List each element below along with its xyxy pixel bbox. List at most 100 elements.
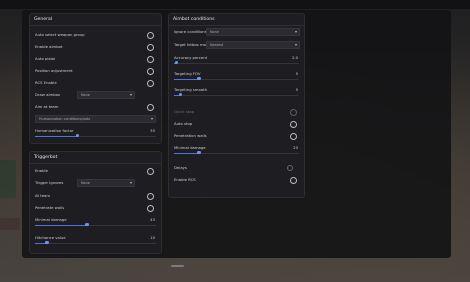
penetrate-walls-toggle[interactable] [147, 204, 154, 212]
setting-label: Hitchance value [35, 235, 66, 240]
setting-label: RCS Enable [35, 80, 57, 85]
setting-label: Ignore conditions [174, 29, 207, 34]
setting-label: Targeting smooth [174, 87, 208, 92]
targeting-smooth-slider[interactable] [174, 93, 299, 97]
minimal-damage-slider[interactable] [174, 151, 299, 155]
divider [30, 25, 161, 26]
slider-fill [174, 152, 199, 154]
setting-row-auto-pistol: Auto pistol [35, 55, 156, 64]
setting-label: Auto pistol [35, 56, 56, 61]
slider-value: 35 [150, 128, 155, 133]
dropdown-value: Humanization conditions/slots [39, 116, 91, 121]
slider-knob[interactable] [174, 61, 179, 65]
trigger-ignores-dropdown[interactable]: None [77, 179, 135, 187]
setting-label: Accuracy percent [174, 55, 208, 60]
auto-stop-toggle[interactable] [290, 120, 297, 128]
setting-label: Penetrate walls [35, 205, 65, 210]
setting-row-ignore-conditions: Ignore conditions None [174, 28, 300, 37]
top-bar [0, 0, 470, 9]
slider-knob[interactable] [75, 134, 80, 138]
at-team-toggle[interactable] [147, 192, 154, 200]
enable-rcs-toggle[interactable] [290, 176, 297, 184]
targeting-fov-slider[interactable] [174, 77, 299, 81]
setting-row-aim-at-team: Aim at team [35, 103, 156, 112]
aimbot-conditions-panel: Aimbot conditions Ignore conditions None T… [168, 13, 305, 198]
setting-label: Position adjustment [35, 68, 73, 73]
setting-label: Penetration walls [174, 133, 207, 138]
chevron-down-icon [130, 93, 132, 96]
setting-label: Trigger Ignores [35, 180, 64, 185]
accuracy-percent-slider[interactable] [174, 61, 299, 65]
panel-title: General [34, 17, 53, 22]
penetration-walls-toggle[interactable] [290, 132, 297, 140]
panel-title: Triggerbot [34, 155, 58, 160]
setting-row-penetrate-walls: Penetrate walls [35, 204, 156, 213]
slider-track [174, 62, 299, 64]
dropdown-value: None [81, 92, 90, 97]
slider-knob[interactable] [178, 93, 182, 97]
auto-pistol-toggle[interactable] [147, 55, 154, 63]
slider-knob[interactable] [45, 241, 49, 245]
slider-fill [35, 135, 78, 137]
dropdown-value: None [210, 29, 219, 34]
setting-row-auto-select-weapon-group: Auto select weapon group [35, 31, 156, 40]
setting-row-enable: Enable [35, 167, 156, 176]
slider-value: 5 [295, 87, 298, 92]
setting-label: Auto select weapon group [35, 32, 85, 37]
slider-knob[interactable] [85, 223, 89, 227]
auto-select-weapon-group-toggle[interactable] [147, 31, 154, 39]
drag-handle[interactable] [171, 265, 184, 267]
slider-knob[interactable] [197, 77, 201, 81]
setting-row-target-hitbox-mode: Target hitbox mode Nearest [174, 41, 300, 50]
setting-label: Enable aimbot [35, 44, 63, 49]
chevron-down-icon [130, 181, 132, 184]
game-hud-left-lower [0, 218, 20, 230]
divider [30, 163, 161, 164]
delays-toggle[interactable] [287, 165, 293, 171]
setting-label: Quick stop [174, 109, 195, 114]
setting-row-delays: Delays [174, 164, 299, 173]
setting-row-penetration-walls: Penetration walls [174, 132, 299, 141]
humanization-conditions-slots-dropdown[interactable]: Humanization conditions/slots [35, 115, 156, 123]
setting-row-rcs-enable: RCS Enable [35, 79, 156, 88]
setting-row-quick-stop: Quick stop [174, 108, 299, 117]
slider-knob[interactable] [197, 151, 201, 155]
target-hitbox-mode-dropdown[interactable]: Nearest [206, 41, 300, 49]
humanization-factor-slider[interactable] [35, 134, 156, 138]
slider-value: 10 [150, 235, 155, 240]
enable-aimbot-toggle[interactable] [147, 43, 154, 51]
setting-row-enable-aimbot: Enable aimbot [35, 43, 156, 52]
dropdown-value: None [81, 180, 90, 185]
slider-fill [174, 78, 199, 80]
setting-label: Minimal damage [35, 217, 67, 222]
aim-at-team-toggle[interactable] [147, 103, 154, 111]
setting-label: At team [35, 193, 51, 198]
panel-title: Aimbot conditions [173, 17, 215, 22]
game-hud-left [0, 160, 16, 198]
chevron-down-icon [151, 117, 153, 120]
position-adjustment-toggle[interactable] [147, 67, 154, 75]
slider-fill [35, 224, 88, 226]
slider-value: 5 [295, 71, 298, 76]
slider-track [35, 242, 156, 244]
setting-label: Minimal damage [174, 145, 206, 150]
setting-row-trigger-ignores: Trigger Ignores None [35, 179, 156, 188]
dropdown-value: Nearest [210, 42, 224, 47]
draw-aimbox-dropdown[interactable]: None [77, 91, 135, 99]
ignore-conditions-dropdown[interactable]: None [206, 28, 300, 36]
chevron-down-icon [295, 30, 297, 33]
minimal-damage-slider[interactable] [35, 223, 156, 227]
enable-toggle[interactable] [147, 167, 154, 175]
setting-label: Delays [174, 165, 187, 170]
slider-value: 43 [150, 217, 155, 222]
setting-label: Targeting FOV [174, 71, 201, 76]
hitchance-value-slider[interactable] [35, 241, 156, 245]
setting-label: Humanization factor [35, 128, 74, 133]
general-panel: General Auto select weapon group Enable a… [29, 13, 162, 144]
chevron-down-icon [295, 43, 297, 46]
quick-stop-toggle[interactable] [290, 108, 297, 116]
setting-row-draw-aimbox: Draw aimbox None [35, 91, 156, 100]
rcs-enable-toggle[interactable] [147, 79, 154, 87]
setting-label: Aim at team [35, 104, 59, 109]
setting-row-auto-stop: Auto stop [174, 120, 299, 129]
